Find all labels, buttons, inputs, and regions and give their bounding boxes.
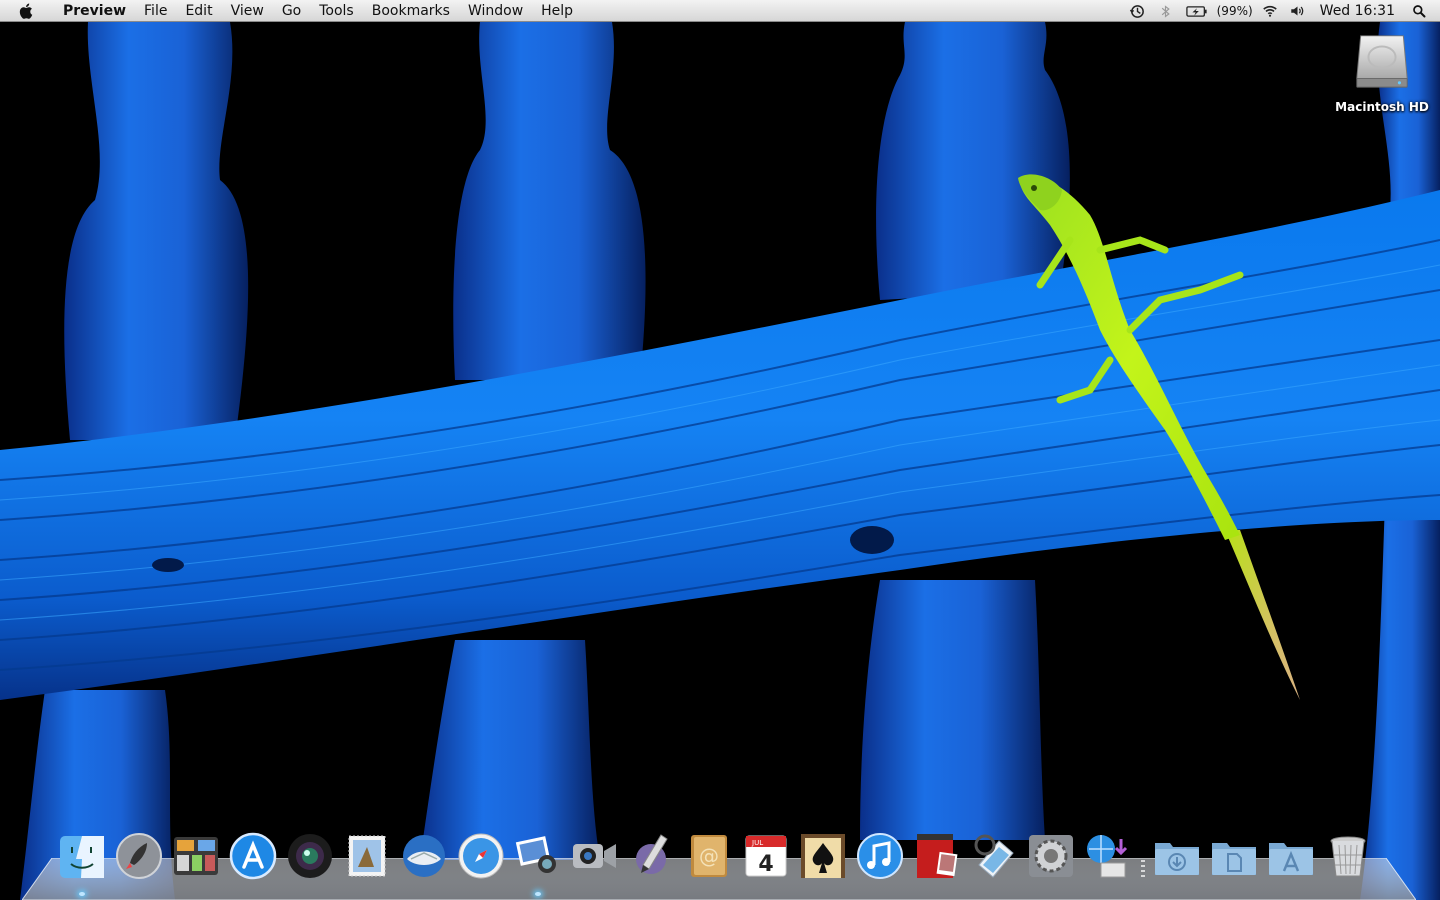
solitaire-icon <box>801 834 845 878</box>
iphoto-running-indicator <box>535 892 541 896</box>
volume-icon[interactable] <box>1289 2 1307 20</box>
menu-window[interactable]: Window <box>459 0 532 22</box>
mail-icon <box>403 835 445 877</box>
menu-help[interactable]: Help <box>532 0 582 22</box>
script-editor-icon <box>636 834 668 874</box>
battery-percent: (99%) <box>1216 4 1253 18</box>
dock-photo-theater[interactable] <box>911 830 963 882</box>
time-machine-icon[interactable] <box>1129 2 1147 20</box>
address-book-icon: @ <box>691 835 727 877</box>
macintosh-hd-icon[interactable] <box>1351 30 1413 92</box>
facetime-icon <box>573 844 616 868</box>
launchpad-icon <box>116 833 162 879</box>
menu-edit[interactable]: Edit <box>176 0 221 22</box>
spotlight-search-icon[interactable] <box>1410 2 1428 20</box>
dock-preview[interactable] <box>968 830 1020 882</box>
dock-ical[interactable]: JUL 4 <box>740 830 792 882</box>
dock-separator <box>1139 830 1147 882</box>
dock-mail[interactable] <box>398 830 450 882</box>
dock-downloads-folder[interactable] <box>1151 830 1203 882</box>
downloads-folder-icon <box>1155 843 1199 875</box>
dock-trash[interactable] <box>1322 830 1374 882</box>
wifi-icon[interactable] <box>1261 2 1279 20</box>
mission-control-icon <box>174 837 218 875</box>
preview-icon <box>974 834 1014 878</box>
trash-icon <box>1330 836 1366 877</box>
menu-bar: Preview File Edit View Go Tools Bookmark… <box>0 0 1440 22</box>
network-download-icon <box>1087 835 1128 878</box>
applications-folder-icon <box>1269 843 1313 875</box>
bluetooth-icon[interactable] <box>1157 2 1175 20</box>
dock-app-store[interactable] <box>227 830 279 882</box>
dock-network-download[interactable] <box>1082 830 1134 882</box>
apple-menu-icon[interactable] <box>18 2 36 20</box>
finder-running-indicator <box>79 892 85 896</box>
dock-preview-stamp[interactable] <box>341 830 393 882</box>
dock-documents-folder[interactable] <box>1208 830 1260 882</box>
dock-system-preferences[interactable] <box>1025 830 1077 882</box>
dock-address-book[interactable]: @ <box>683 830 735 882</box>
menu-clock[interactable]: Wed 16:31 <box>1320 3 1395 19</box>
status-menus: (99%) Wed 16:31 <box>1124 0 1440 22</box>
desktop-macintosh-hd[interactable]: Macintosh HD <box>1334 30 1430 114</box>
macintosh-hd-label: Macintosh HD <box>1335 100 1429 114</box>
menu-app-name[interactable]: Preview <box>54 0 135 22</box>
dock-script-editor[interactable] <box>626 830 678 882</box>
menu-view[interactable]: View <box>222 0 273 22</box>
menu-tools[interactable]: Tools <box>310 0 363 22</box>
dock-solitaire[interactable] <box>797 830 849 882</box>
ical-icon: JUL 4 <box>745 835 787 877</box>
dock-photo-booth[interactable] <box>284 830 336 882</box>
dock-applications-folder[interactable] <box>1265 830 1317 882</box>
documents-folder-icon <box>1212 843 1256 875</box>
safari-icon <box>458 833 504 879</box>
system-preferences-icon <box>1029 835 1073 877</box>
dock-iphoto[interactable] <box>512 830 564 882</box>
photo-booth-icon <box>288 834 332 878</box>
battery-charging-icon[interactable] <box>1185 2 1209 20</box>
dock-launchpad[interactable] <box>113 830 165 882</box>
dock-safari[interactable] <box>455 830 507 882</box>
svg-text:@: @ <box>699 844 719 868</box>
menu-bookmarks[interactable]: Bookmarks <box>363 0 459 22</box>
menu-go[interactable]: Go <box>273 0 310 22</box>
ical-month: JUL <box>751 839 763 847</box>
dock-finder[interactable] <box>56 830 108 882</box>
preview-stamp-icon <box>348 835 386 877</box>
dock-facetime[interactable] <box>569 830 621 882</box>
dock: @ JUL 4 <box>56 828 1379 882</box>
app-store-icon <box>229 832 277 880</box>
itunes-icon <box>857 833 903 879</box>
desktop-wallpaper <box>0 0 1440 900</box>
iphoto-icon <box>515 836 556 873</box>
ical-day: 4 <box>758 852 773 877</box>
finder-icon <box>60 836 104 878</box>
menu-file[interactable]: File <box>135 0 176 22</box>
dock-mission-control[interactable] <box>170 830 222 882</box>
photo-theater-icon <box>917 834 958 878</box>
dock-itunes[interactable] <box>854 830 906 882</box>
